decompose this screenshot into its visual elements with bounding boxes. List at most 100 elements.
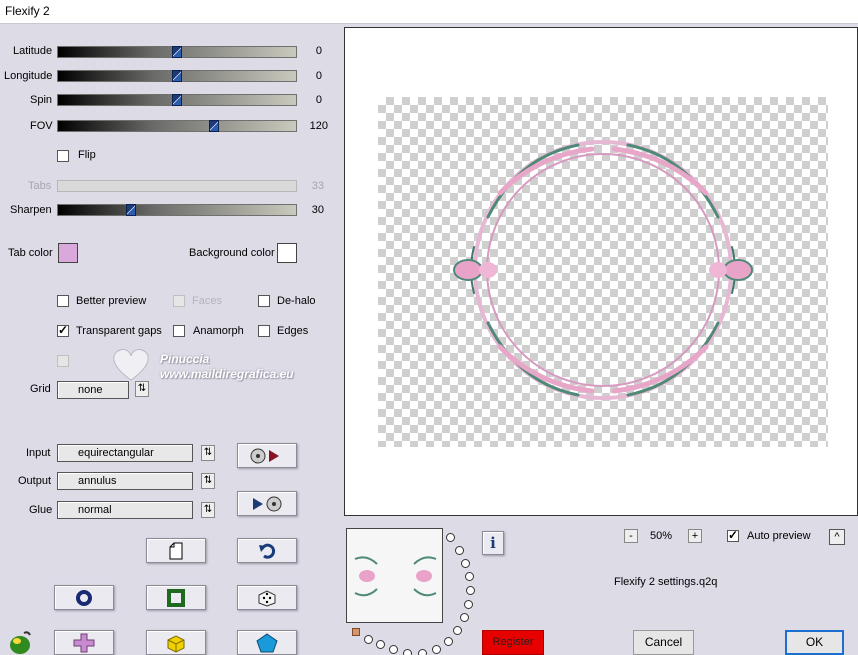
square-icon bbox=[167, 588, 185, 607]
input-swap-button[interactable]: ⇅ bbox=[201, 445, 215, 461]
auto-preview-checkbox[interactable] bbox=[727, 528, 739, 542]
sharpen-thumb[interactable] bbox=[126, 204, 136, 216]
ok-button[interactable]: OK bbox=[785, 630, 844, 655]
sharpen-label: Sharpen bbox=[10, 204, 52, 216]
glue-swap-button[interactable]: ⇅ bbox=[201, 502, 215, 518]
undo-button[interactable] bbox=[237, 538, 297, 563]
heart-icon bbox=[113, 349, 149, 381]
nav-dot bbox=[444, 637, 453, 646]
fov-thumb[interactable] bbox=[209, 120, 219, 132]
cube-icon bbox=[167, 634, 185, 653]
fov-slider[interactable] bbox=[57, 120, 297, 132]
nav-dot bbox=[418, 649, 427, 655]
spin-slider[interactable] bbox=[57, 94, 297, 106]
plugin-logo-icon bbox=[10, 631, 31, 654]
cross-shape-button[interactable] bbox=[54, 630, 114, 655]
latitude-slider[interactable] bbox=[57, 46, 297, 58]
latitude-label: Latitude bbox=[13, 45, 53, 57]
input-select[interactable]: equirectangular bbox=[57, 444, 193, 462]
nav-dot bbox=[389, 645, 398, 654]
title-bar: Flexify 2 bbox=[0, 0, 858, 24]
hidden-option-checkbox bbox=[57, 355, 69, 367]
new-button[interactable] bbox=[146, 538, 206, 563]
glue-label: Glue bbox=[29, 504, 53, 516]
longitude-value: 0 bbox=[315, 70, 322, 82]
cross-shape-icon bbox=[73, 633, 95, 652]
latitude-thumb[interactable] bbox=[172, 46, 182, 58]
pentagon-icon bbox=[256, 632, 278, 652]
flip-checkbox[interactable] bbox=[57, 150, 69, 162]
edges-label: Edges bbox=[277, 325, 309, 337]
edges-checkbox[interactable] bbox=[258, 325, 270, 337]
anamorph-checkbox[interactable] bbox=[173, 325, 185, 337]
flip-label: Flip bbox=[78, 149, 96, 161]
nav-dot bbox=[466, 586, 475, 595]
tabs-slider bbox=[57, 180, 297, 192]
preview-canvas[interactable] bbox=[378, 97, 828, 447]
thumbnail-image bbox=[347, 529, 442, 622]
new-file-icon bbox=[169, 542, 183, 559]
collapse-button[interactable]: ^ bbox=[829, 529, 845, 545]
anamorph-label: Anamorph bbox=[193, 325, 244, 337]
better-preview-label: Better preview bbox=[76, 295, 147, 307]
tab-color-label: Tab color bbox=[8, 247, 53, 259]
dice-icon bbox=[258, 589, 276, 607]
nav-dot bbox=[446, 533, 455, 542]
swap-to-output-button[interactable] bbox=[237, 443, 297, 468]
spin-thumb[interactable] bbox=[172, 94, 182, 106]
swap-to-input-button[interactable] bbox=[237, 491, 297, 516]
zoom-out-button[interactable]: - bbox=[624, 529, 638, 543]
watermark-url: www.maildiregrafica.eu bbox=[160, 367, 294, 381]
transparent-gaps-label: Transparent gaps bbox=[76, 325, 162, 337]
de-halo-checkbox[interactable] bbox=[258, 295, 270, 307]
info-button[interactable]: i bbox=[482, 531, 504, 555]
info-icon: i bbox=[490, 534, 496, 552]
nav-dot bbox=[461, 559, 470, 568]
nav-dot bbox=[455, 546, 464, 555]
random-button[interactable] bbox=[237, 585, 297, 610]
tab-color-swatch[interactable] bbox=[58, 243, 78, 263]
background-color-label: Background color bbox=[189, 247, 275, 259]
background-color-swatch[interactable] bbox=[277, 243, 297, 263]
faces-checkbox bbox=[173, 295, 185, 307]
auto-preview-label: Auto preview bbox=[747, 530, 811, 542]
preview-image bbox=[453, 140, 753, 400]
nav-dot bbox=[465, 572, 474, 581]
square-shape-button[interactable] bbox=[146, 585, 206, 610]
preview-panel[interactable] bbox=[344, 27, 858, 516]
ring-shape-button[interactable] bbox=[54, 585, 114, 610]
grid-label: Grid bbox=[30, 383, 51, 395]
spin-label: Spin bbox=[30, 94, 53, 106]
longitude-thumb[interactable] bbox=[172, 70, 182, 82]
sharpen-slider[interactable] bbox=[57, 204, 297, 216]
nav-dot bbox=[460, 613, 469, 622]
output-select[interactable]: annulus bbox=[57, 472, 193, 490]
settings-filename: Flexify 2 settings.q2q bbox=[614, 576, 718, 588]
nav-dot bbox=[364, 635, 373, 644]
tabs-value: 33 bbox=[311, 180, 324, 192]
de-halo-label: De-halo bbox=[277, 295, 316, 307]
transparent-gaps-checkbox[interactable] bbox=[57, 323, 69, 337]
latitude-value: 0 bbox=[315, 45, 322, 57]
better-preview-checkbox[interactable] bbox=[57, 295, 69, 307]
sharpen-value: 30 bbox=[311, 204, 324, 216]
fov-value: 120 bbox=[309, 120, 328, 132]
ring-icon bbox=[76, 589, 92, 606]
longitude-label: Longitude bbox=[4, 70, 53, 82]
nav-dot bbox=[376, 640, 385, 649]
zoom-in-button[interactable]: + bbox=[688, 529, 702, 543]
longitude-slider[interactable] bbox=[57, 70, 297, 82]
spin-value: 0 bbox=[315, 94, 322, 106]
output-swap-button[interactable]: ⇅ bbox=[201, 473, 215, 489]
navigator-thumbnail[interactable] bbox=[346, 528, 443, 623]
pentagon-shape-button[interactable] bbox=[237, 630, 297, 655]
cube-shape-button[interactable] bbox=[146, 630, 206, 655]
nav-dot bbox=[453, 626, 462, 635]
glue-select[interactable]: normal bbox=[57, 501, 193, 519]
navigator-handle[interactable] bbox=[352, 628, 360, 636]
cancel-button[interactable]: Cancel bbox=[633, 630, 694, 655]
register-button[interactable]: Register bbox=[482, 630, 544, 655]
tabs-label: Tabs bbox=[28, 180, 52, 192]
disc-to-play-icon bbox=[250, 448, 279, 463]
window-title: Flexify 2 bbox=[5, 4, 50, 18]
